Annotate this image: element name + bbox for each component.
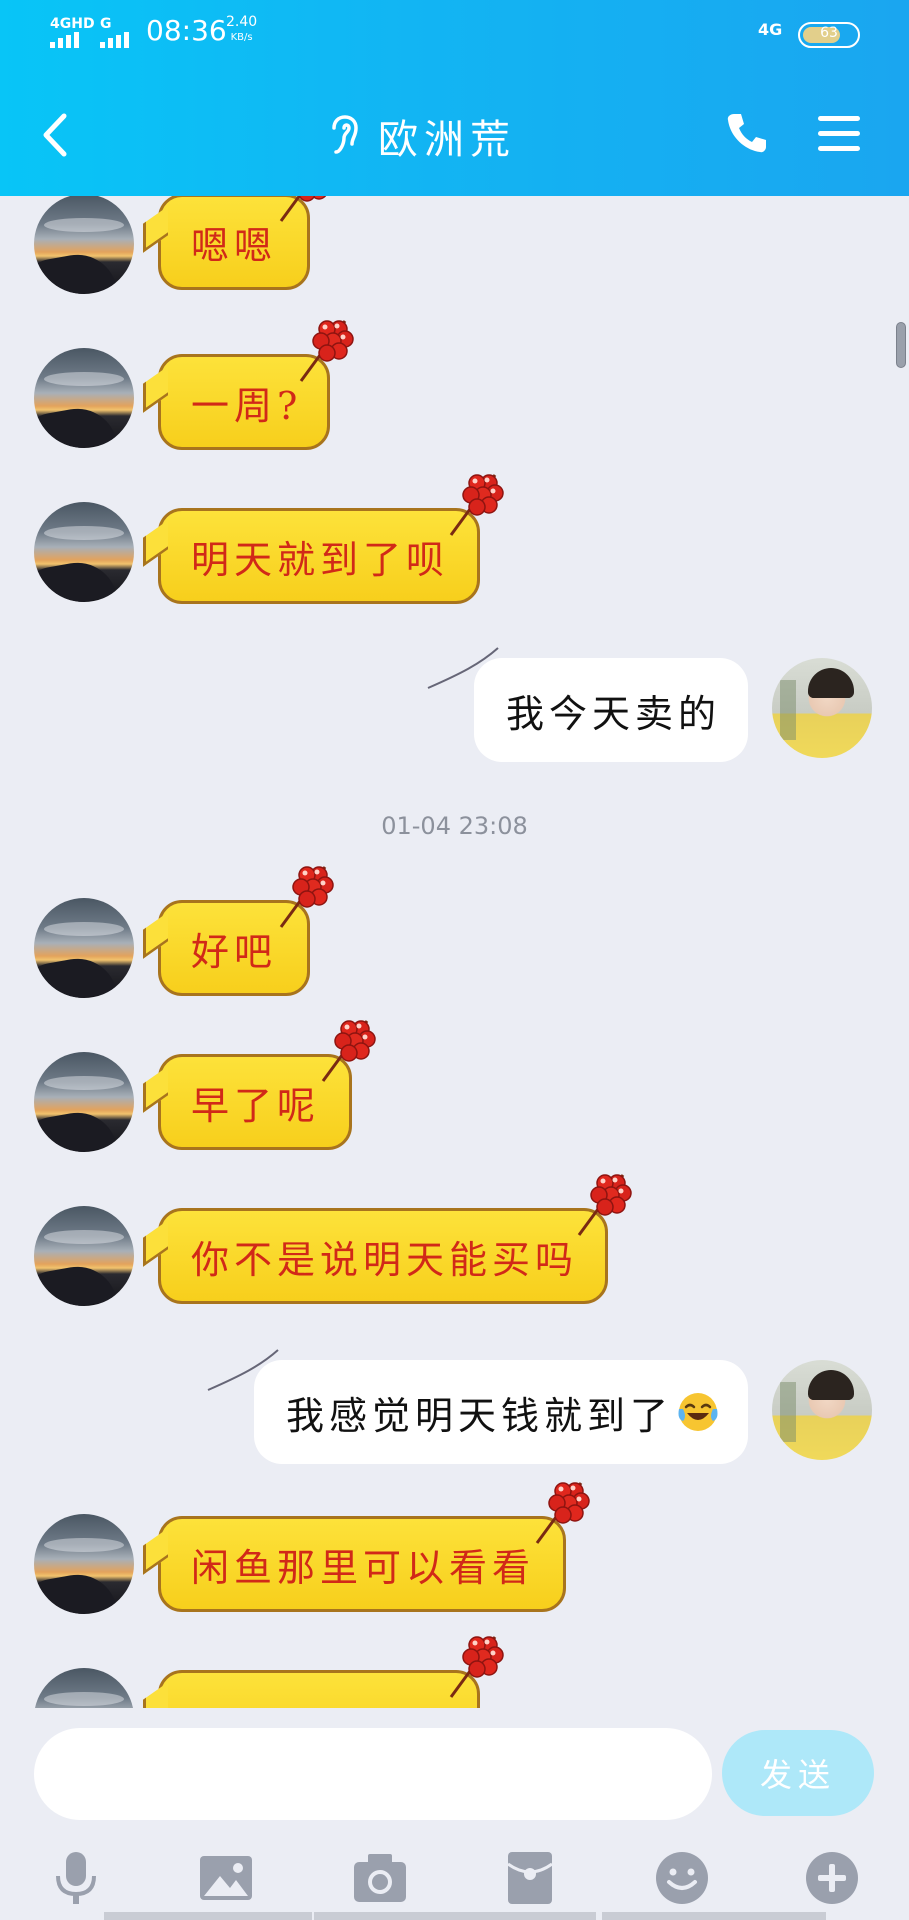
status-bar: 4GHD G 08:36 2.40 KB/s 4G 63: [0, 0, 909, 64]
net-speed-value: 2.40: [226, 14, 258, 30]
battery-level: 63: [820, 25, 838, 41]
signal-1-label: 4GHD: [50, 16, 95, 32]
composer: 发送: [0, 1708, 909, 1920]
message-text: 我感觉明天钱就到了: [286, 1393, 674, 1438]
contact-avatar[interactable]: [34, 348, 134, 448]
contact-avatar[interactable]: [34, 1052, 134, 1152]
camera-button[interactable]: [350, 1848, 410, 1908]
net-speed-unit: KB/s: [230, 32, 253, 43]
message-text: 闲鱼那里可以看看: [191, 1545, 536, 1590]
incoming-message-partial[interactable]: [158, 1635, 505, 1708]
candied-haws-icon: [321, 1019, 377, 1083]
contact-avatar[interactable]: [34, 1206, 134, 1306]
message-text: 明天就到了呗: [191, 537, 450, 582]
my-avatar[interactable]: [772, 1360, 872, 1460]
plus-icon: [806, 1852, 858, 1904]
emoji-button[interactable]: [652, 1848, 712, 1908]
message-text: 早了呢: [191, 1083, 321, 1128]
incoming-message[interactable]: 明天就到了呗: [158, 473, 505, 604]
message-timestamp: 01-04 23:08: [381, 812, 528, 840]
contact-avatar[interactable]: [34, 196, 134, 294]
net-speed: 2.40 KB/s: [226, 14, 257, 46]
voice-button[interactable]: [46, 1848, 106, 1908]
contact-avatar[interactable]: [34, 502, 134, 602]
panel-indicator: [602, 1912, 826, 1920]
scrollbar[interactable]: [896, 322, 906, 368]
candied-haws-icon: [299, 319, 355, 383]
red-packet-button[interactable]: [500, 1848, 560, 1908]
signal-2-label: G: [100, 16, 112, 32]
menu-icon: [818, 116, 860, 151]
incoming-message[interactable]: 嗯嗯: [158, 196, 335, 290]
red-packet-icon: [507, 1852, 553, 1904]
panel-indicator: [314, 1912, 596, 1920]
bubble-tail-icon: [207, 1349, 279, 1391]
chat-header: 4GHD G 08:36 2.40 KB/s 4G 63 欧洲荒: [0, 0, 909, 196]
phone-icon: [727, 114, 766, 153]
battery-icon: 63: [798, 22, 860, 48]
outgoing-message[interactable]: 我感觉明天钱就到了: [207, 1349, 748, 1464]
incoming-message[interactable]: 早了呢: [158, 1019, 377, 1150]
candied-haws-icon: [449, 473, 505, 537]
candied-haws-icon: [279, 196, 335, 223]
message-text: 你不是说明天能买吗: [191, 1237, 579, 1282]
candied-haws-icon: [535, 1481, 591, 1545]
call-button[interactable]: [724, 110, 770, 156]
panel-indicator: [104, 1912, 312, 1920]
more-button[interactable]: [802, 1848, 862, 1908]
incoming-message[interactable]: 好吧: [158, 865, 335, 996]
menu-button[interactable]: [816, 114, 862, 154]
laughing-tears-emoji-icon: [678, 1393, 718, 1431]
message-text: 嗯嗯: [191, 223, 278, 268]
emoji-icon: [656, 1852, 708, 1904]
outgoing-message[interactable]: 我今天卖的: [427, 647, 748, 762]
my-avatar[interactable]: [772, 658, 872, 758]
contact-avatar[interactable]: [34, 1668, 134, 1708]
photo-button[interactable]: [196, 1848, 256, 1908]
network-type: 4G: [758, 20, 783, 39]
message-text: 好吧: [191, 929, 278, 974]
candied-haws-icon: [449, 1635, 505, 1699]
chat-title: 欧洲荒: [378, 117, 516, 163]
chat-title-area[interactable]: 欧洲荒: [330, 108, 516, 164]
bubble-tail-icon: [427, 647, 499, 689]
contact-avatar[interactable]: [34, 898, 134, 998]
input-toolbar: [0, 1838, 909, 1920]
image-icon: [200, 1856, 252, 1900]
candied-haws-icon: [577, 1173, 633, 1237]
incoming-message[interactable]: 你不是说明天能买吗: [158, 1173, 633, 1304]
status-time: 08:36: [146, 14, 227, 47]
signal-2-icon: [100, 32, 129, 48]
incoming-message[interactable]: 一周?: [158, 319, 355, 450]
chevron-left-icon: [43, 113, 67, 157]
candied-haws-icon: [279, 865, 335, 929]
ear-icon: [332, 115, 358, 154]
microphone-icon: [56, 1852, 96, 1904]
incoming-message[interactable]: 闲鱼那里可以看看: [158, 1481, 591, 1612]
signal-1-icon: [50, 32, 79, 48]
message-text: 一周?: [191, 383, 303, 428]
message-input[interactable]: [34, 1728, 712, 1820]
message-text: 我今天卖的: [506, 691, 722, 736]
contact-avatar[interactable]: [34, 1514, 134, 1614]
back-button[interactable]: [36, 110, 76, 160]
message-list[interactable]: 嗯嗯 一周? 明天就到了呗 我今天卖的 01-04 23:08 好吧 早了呢 你…: [0, 196, 909, 1708]
camera-icon: [354, 1854, 406, 1902]
send-button[interactable]: 发送: [722, 1730, 874, 1816]
